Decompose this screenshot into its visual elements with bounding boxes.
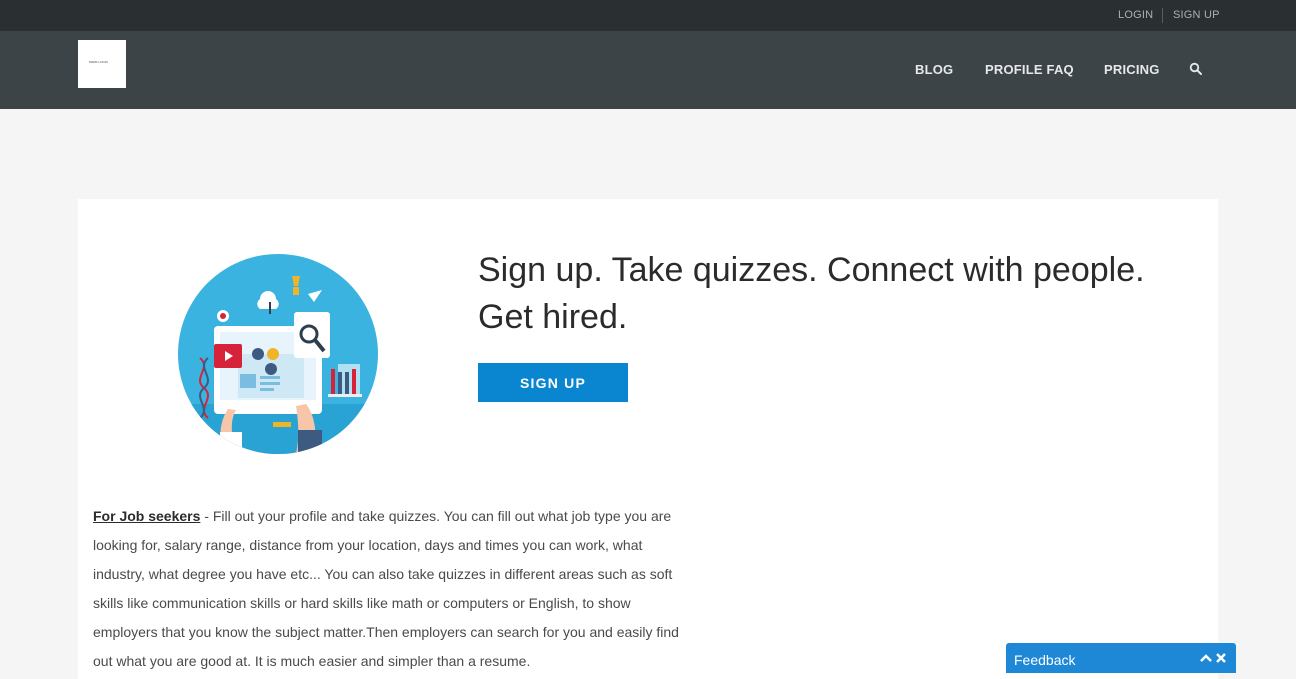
nav-blog[interactable]: BLOG — [915, 62, 953, 77]
nav-pricing[interactable]: PRICING — [1104, 62, 1160, 77]
hero-headline: Sign up. Take quizzes. Connect with peop… — [478, 251, 1145, 336]
close-icon[interactable] — [1216, 653, 1226, 663]
content-card: Sign up. Take quizzes. Connect with peop… — [78, 199, 1218, 679]
top-utility-bar: LOGIN SIGN UP — [0, 0, 1296, 31]
signup-link[interactable]: SIGN UP — [1173, 9, 1220, 21]
job-seekers-text: - Fill out your profile and take quizzes… — [93, 508, 679, 669]
divider — [1162, 8, 1163, 23]
search-icon[interactable] — [1189, 62, 1203, 76]
site-logo[interactable]: MARK LOGIN — [78, 40, 126, 88]
feedback-label: Feedback — [1014, 652, 1076, 668]
job-seekers-link[interactable]: For Job seekers — [93, 508, 200, 524]
logo-text: MARK LOGIN — [89, 60, 108, 64]
chevron-up-icon[interactable] — [1199, 653, 1213, 663]
login-link[interactable]: LOGIN — [1118, 9, 1153, 21]
job-skills-illustration — [178, 254, 378, 454]
job-seekers-description: For Job seekers - Fill out your profile … — [93, 502, 693, 676]
main-navbar: MARK LOGIN BLOG PROFILE FAQ PRICING — [0, 31, 1296, 109]
nav-profile-faq[interactable]: PROFILE FAQ — [985, 62, 1074, 77]
signup-button[interactable]: SIGN UP — [478, 363, 628, 402]
feedback-widget[interactable]: Feedback — [1006, 643, 1236, 673]
